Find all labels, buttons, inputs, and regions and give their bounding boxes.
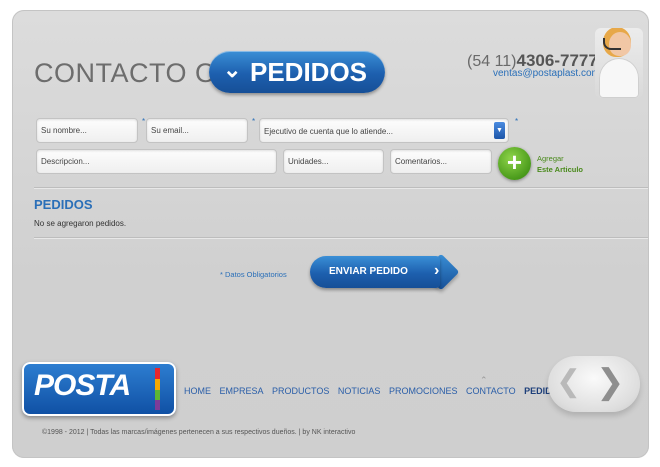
footer-nav: HOME EMPRESA PRODUCTOS NOTICIAS PROMOCIO… <box>184 386 571 396</box>
nav-item-empresa[interactable]: EMPRESA <box>220 386 264 396</box>
contact-email-link[interactable]: ventas@postaplast.com <box>493 68 600 79</box>
active-nav-indicator: ⌃ <box>480 375 488 385</box>
send-order-button[interactable]: ENVIAR PEDIDO › <box>310 253 460 291</box>
orders-empty-message: No se agregaron pedidos. <box>34 219 127 228</box>
divider <box>34 187 648 188</box>
required-fields-note: * Datos Obligatorios <box>220 270 287 279</box>
posta-logo[interactable]: POSTA <box>22 362 176 416</box>
executive-select[interactable]: Ejecutivo de cuenta que lo atiende... ▼ <box>259 118 509 143</box>
email-input[interactable] <box>146 118 248 143</box>
logo-stripe <box>155 368 160 379</box>
comments-input[interactable] <box>390 149 492 174</box>
required-mark: * <box>515 117 519 126</box>
support-agent-image <box>595 28 643 98</box>
page-title: CONTACTO O <box>34 58 217 88</box>
chevron-right-icon: › <box>434 262 440 279</box>
headset-icon <box>603 38 621 50</box>
name-input[interactable] <box>36 118 138 143</box>
pedidos-button-label: PEDIDOS <box>250 57 368 87</box>
chevron-left-icon[interactable]: ❮ <box>556 364 581 399</box>
send-order-label: ENVIAR PEDIDO <box>329 266 408 277</box>
logo-stripe <box>155 400 160 410</box>
chevron-down-icon: ⌄ <box>223 57 242 82</box>
nav-item-promociones[interactable]: PROMOCIONES <box>389 386 458 396</box>
nav-item-noticias[interactable]: NOTICIAS <box>338 386 381 396</box>
nav-item-contacto[interactable]: CONTACTO <box>466 386 516 396</box>
pedidos-toggle-button[interactable]: ⌄ PEDIDOS <box>209 51 385 93</box>
add-item-label-line2: Este Articulo <box>537 165 583 174</box>
add-item-button[interactable]: + <box>498 147 531 180</box>
agent-body <box>599 58 639 98</box>
required-mark: * <box>252 117 256 126</box>
logo-text: POSTA <box>34 369 131 402</box>
chevron-right-icon[interactable]: ❯ <box>596 362 625 402</box>
logo-stripe <box>155 379 160 390</box>
executive-select-value: Ejecutivo de cuenta que lo atiende... <box>264 127 393 136</box>
logo-stripe <box>155 390 160 400</box>
required-mark: * <box>142 117 146 126</box>
chevron-down-icon[interactable]: ▼ <box>494 122 505 139</box>
footer-copyright: ©1998 - 2012 | Todas las marcas/imágenes… <box>42 429 356 436</box>
divider <box>34 237 648 238</box>
orders-section-title: PEDIDOS <box>34 197 93 212</box>
units-input[interactable] <box>283 149 384 174</box>
description-input[interactable] <box>36 149 277 174</box>
plus-icon: + <box>506 147 523 177</box>
nav-item-productos[interactable]: PRODUCTOS <box>272 386 329 396</box>
add-item-label-line1: Agregar <box>537 154 564 163</box>
carousel-arrows: ❮ ❯ <box>548 356 640 412</box>
nav-item-home[interactable]: HOME <box>184 386 211 396</box>
add-item-label[interactable]: Agregar Este Articulo <box>537 153 583 175</box>
